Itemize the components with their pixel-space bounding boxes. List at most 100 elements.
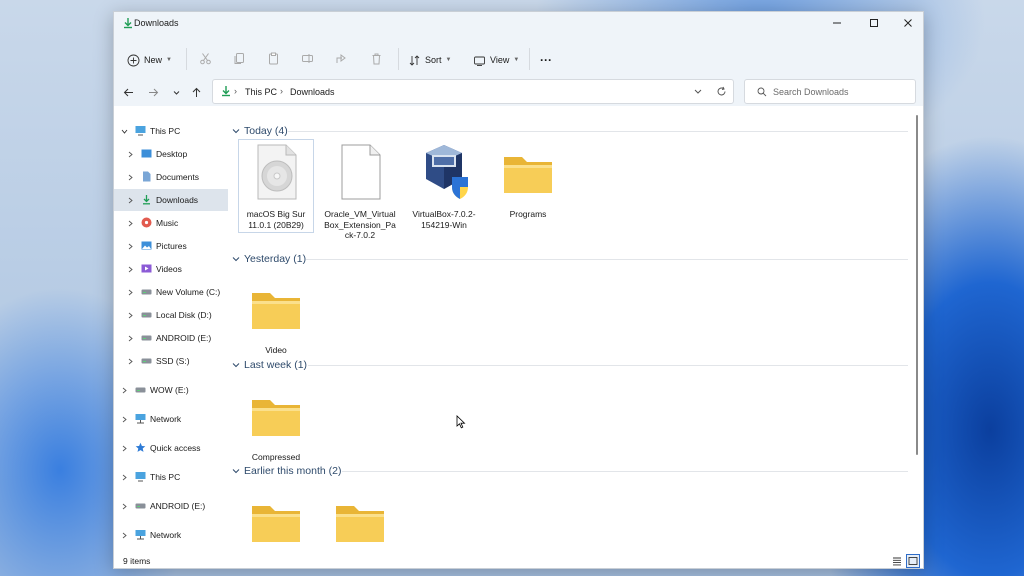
chevron-right-icon[interactable] [126,288,134,296]
mouse-pointer-icon [456,415,466,429]
sidebar-item[interactable]: This PC [114,466,228,488]
sidebar-item[interactable]: Documents [114,166,228,188]
file-item[interactable]: VirtualBox-7.0.2-154219-Win [406,139,482,233]
sidebar-item[interactable]: Network [114,524,228,546]
documents-icon [141,171,152,182]
chevron-right-icon[interactable] [120,531,128,539]
file-item[interactable]: macOS Big Sur 11.0.1 (20B29) [238,139,314,233]
sidebar-item[interactable]: Desktop [114,143,228,165]
chevron-right-icon[interactable] [126,173,134,181]
chevron-down-icon[interactable] [120,127,128,135]
breadcrumb-downloads[interactable]: Downloads [290,87,335,97]
breadcrumb-this-pc[interactable]: This PC [245,87,277,97]
sidebar-item[interactable]: Pictures [114,235,228,257]
folder-icon [250,492,302,550]
large-icons-view-button[interactable] [906,554,920,568]
group-divider [288,131,908,132]
search-box[interactable] [744,79,916,104]
chevron-right-icon[interactable] [120,444,128,452]
paste-button[interactable] [265,50,281,66]
drive-icon [141,355,152,366]
sidebar-item[interactable]: Network [114,408,228,430]
share-button[interactable] [333,50,349,66]
folder-icon [334,492,386,550]
group-header[interactable]: Earlier this month (2) [232,464,341,478]
chevron-right-icon[interactable] [120,415,128,423]
cut-button[interactable] [197,50,213,66]
chevron-right-icon[interactable] [126,265,134,273]
forward-button[interactable] [147,86,159,98]
chevron-right-icon[interactable] [120,473,128,481]
file-item[interactable]: Compressed [238,382,314,476]
file-item[interactable]: Programs [490,139,566,233]
minimize-button[interactable] [819,12,855,34]
download-icon [141,194,152,205]
chevron-right-icon[interactable] [126,196,134,204]
file-name: Compressed [251,452,301,462]
back-button[interactable] [122,86,134,98]
sort-button[interactable]: Sort ▼ [408,50,451,70]
sidebar-item-label: Local Disk (D:) [156,310,212,320]
sidebar-item[interactable]: Downloads [114,189,228,211]
copy-button[interactable] [231,50,247,66]
toolbar-divider [398,48,399,70]
sidebar-item-label: Downloads [156,195,199,205]
details-view-button[interactable] [890,554,904,568]
chevron-right-icon[interactable] [126,357,134,365]
chevron-down-icon: ▼ [166,57,172,63]
drive-icon [141,286,152,297]
chevron-right-icon[interactable] [120,502,128,510]
chevron-right-icon[interactable] [126,219,134,227]
search-input[interactable] [773,85,913,99]
sidebar-item[interactable]: Music [114,212,228,234]
group-header[interactable]: Today (4) [232,124,288,138]
view-button[interactable]: View ▼ [473,50,519,70]
file-item[interactable]: Movies [238,488,314,555]
chevron-right-icon[interactable] [126,311,134,319]
sidebar-item[interactable]: Videos [114,258,228,280]
sidebar-item[interactable]: SSD (S:) [114,350,228,372]
chevron-down-icon[interactable] [232,467,240,475]
sidebar-item-label: This PC [150,472,181,482]
sidebar-item[interactable]: New Volume (C:) [114,281,228,303]
sidebar-item[interactable]: ANDROID (E:) [114,495,228,517]
sidebar-item[interactable]: WOW (E:) [114,379,228,401]
drive-icon [135,500,146,511]
new-button[interactable]: New ▼ [127,50,172,70]
see-more-button[interactable]: ··· [540,50,552,70]
arrow-up-icon [192,87,200,97]
title-bar[interactable]: Downloads [114,12,923,36]
group-title: Last week (1) [244,359,308,371]
file-item[interactable]: Video [238,275,314,369]
file-list: Today (4) macOS Big Sur 11.0.1 (20B29) Ora… [228,115,918,555]
up-button[interactable] [190,86,202,98]
sidebar-item[interactable]: This PC [114,120,228,142]
chevron-down-icon[interactable] [232,255,240,263]
chevron-right-icon[interactable] [126,150,134,158]
address-bar[interactable]: › This PC › Downloads [212,79,734,104]
delete-button[interactable] [368,50,384,66]
chevron-right-icon[interactable] [126,242,134,250]
rename-button[interactable] [299,50,315,66]
close-button[interactable] [890,12,923,34]
drive-icon [141,332,152,343]
file-item[interactable]: Oracle_VM_VirtualBox_Extension_Pack-7.0.… [322,139,398,240]
refresh-button[interactable] [716,86,727,97]
chevron-right-icon[interactable] [120,386,128,394]
breadcrumb-chevron-icon: › [280,86,283,96]
sidebar-item[interactable]: Quick access [114,437,228,459]
maximize-button[interactable] [856,12,892,34]
group-header[interactable]: Yesterday (1) [232,252,306,266]
scrollbar-thumb[interactable] [916,115,918,455]
drive-icon [141,309,152,320]
group-header[interactable]: Last week (1) [232,358,307,372]
sidebar-item[interactable]: ANDROID (E:) [114,327,228,349]
file-item[interactable]: CM [322,488,398,555]
address-dropdown-button[interactable] [693,86,703,96]
chevron-down-icon[interactable] [232,127,240,135]
recent-locations-button[interactable] [170,86,182,98]
chevron-down-icon[interactable] [232,361,240,369]
chevron-right-icon[interactable] [126,334,134,342]
sidebar-item[interactable]: Local Disk (D:) [114,304,228,326]
vertical-scrollbar[interactable] [914,115,920,455]
